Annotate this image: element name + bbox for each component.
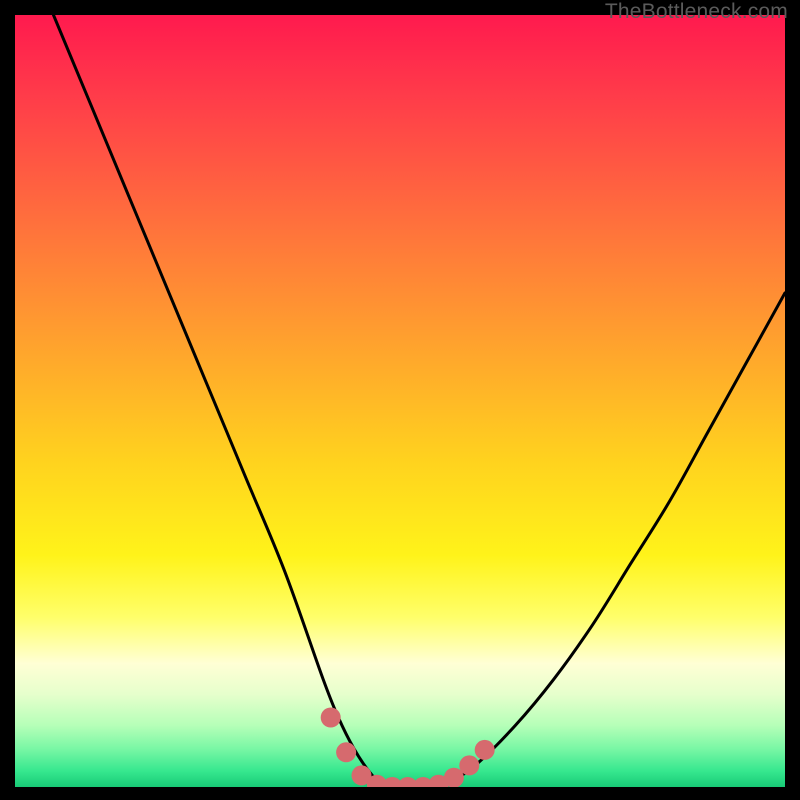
bottleneck-curve: [54, 15, 786, 787]
highlight-dot: [382, 777, 402, 787]
highlight-dot: [321, 708, 341, 728]
plot-area: [15, 15, 785, 787]
highlight-dot: [459, 755, 479, 775]
highlight-dot: [475, 740, 495, 760]
highlight-dot: [429, 775, 449, 787]
watermark-label: TheBottleneck.com: [605, 0, 788, 24]
highlight-dot: [398, 777, 418, 787]
highlight-dot: [352, 765, 372, 785]
chart-svg: [15, 15, 785, 787]
highlight-dot: [413, 777, 433, 787]
highlight-dots: [321, 708, 495, 788]
highlight-dot: [336, 742, 356, 762]
highlight-dot: [367, 775, 387, 787]
highlight-dot: [444, 768, 464, 787]
